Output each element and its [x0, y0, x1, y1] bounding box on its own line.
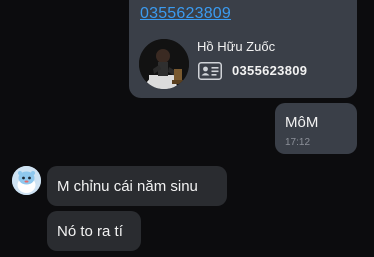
- message-text: M chỉnu cái năm sinu: [57, 178, 198, 195]
- contact-name: Hồ Hữu Zuốc: [197, 39, 276, 54]
- chat-conversation: 0355623809 Hồ Hữu Zuốc 0355623809 MôM 17…: [0, 0, 374, 257]
- message-text: MôM: [285, 114, 319, 131]
- sent-message[interactable]: MôM 17:12: [275, 103, 357, 154]
- phone-link[interactable]: 0355623809: [140, 5, 231, 23]
- id-card-icon: [198, 62, 222, 80]
- received-message[interactable]: M chỉnu cái năm sinu: [47, 166, 227, 206]
- contact-avatar[interactable]: [139, 39, 189, 89]
- contact-card[interactable]: Hồ Hữu Zuốc 0355623809: [139, 35, 347, 91]
- received-message[interactable]: Nó to ra tí: [47, 211, 141, 251]
- contact-share-message[interactable]: 0355623809 Hồ Hữu Zuốc 0355623809: [129, 0, 357, 98]
- sender-avatar[interactable]: [12, 166, 41, 195]
- contact-phone: 0355623809: [232, 63, 308, 78]
- message-text: Nó to ra tí: [57, 223, 123, 240]
- message-timestamp: 17:12: [285, 137, 311, 148]
